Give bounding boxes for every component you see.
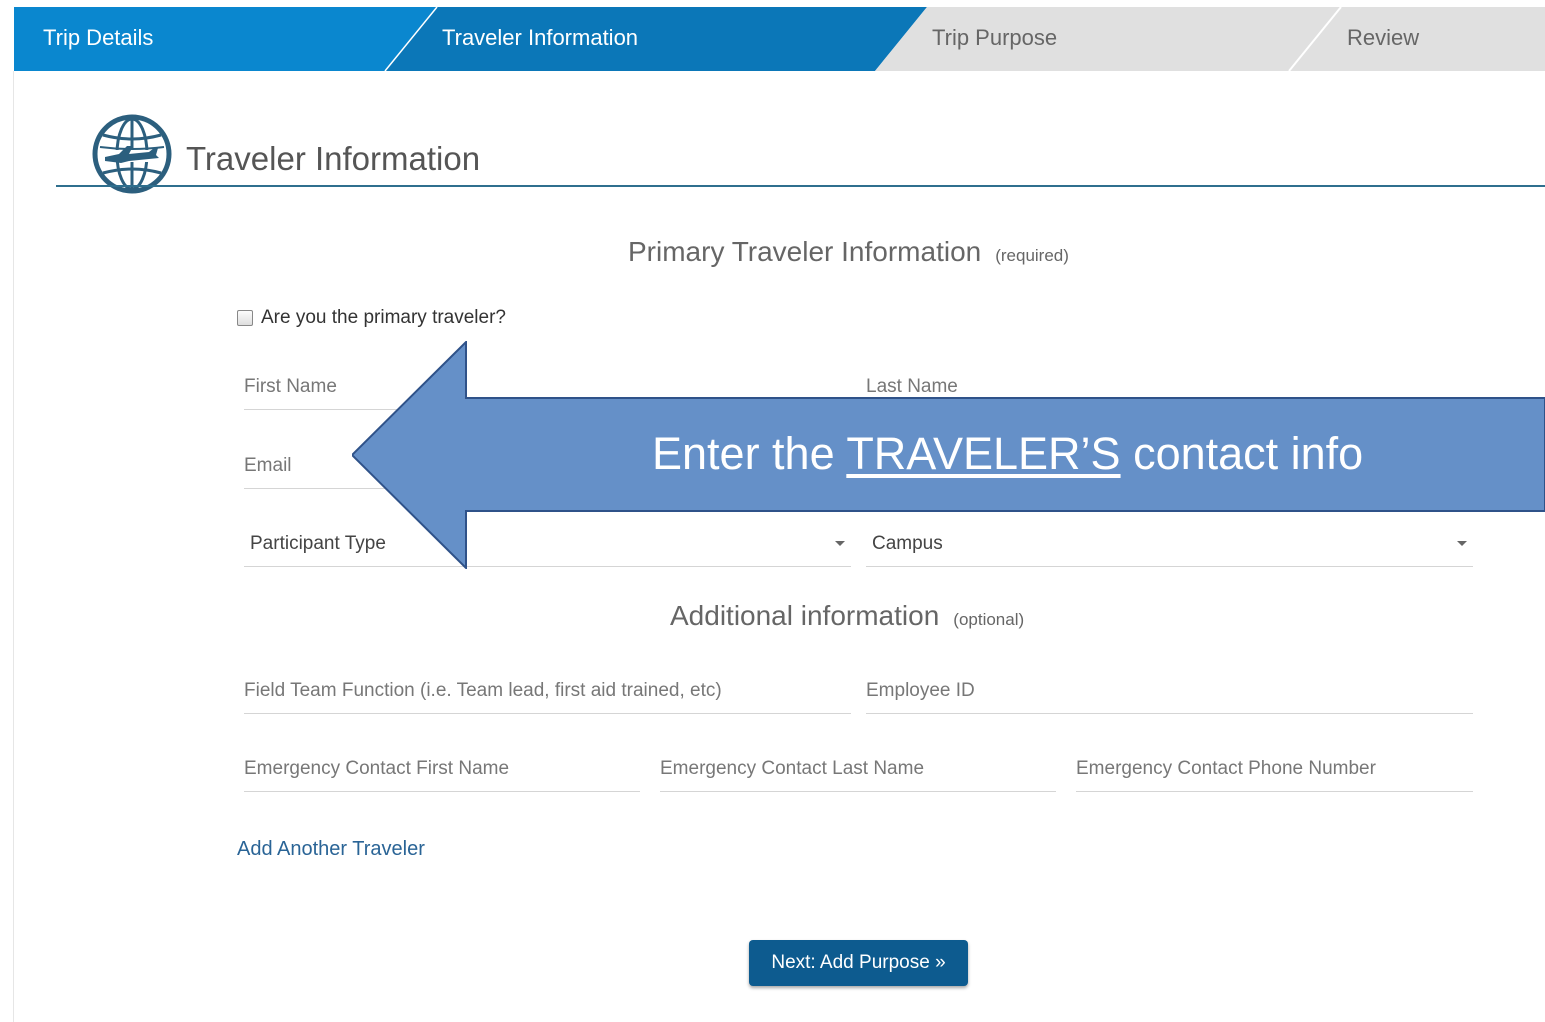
emergency-last-name-input[interactable]: [660, 748, 1056, 790]
page-title: Traveler Information: [186, 140, 481, 177]
annotation-text-after: contact info: [1120, 428, 1364, 479]
emergency-phone-field[interactable]: [1076, 748, 1473, 792]
optional-note: (optional): [953, 610, 1025, 629]
title-divider: [56, 185, 1545, 187]
annotation-text: Enter the TRAVELER’S contact info: [652, 428, 1363, 480]
field-team-function-field[interactable]: [244, 670, 851, 714]
add-another-traveler-link[interactable]: Add Another Traveler: [237, 838, 425, 861]
next-add-purpose-button[interactable]: Next: Add Purpose »: [749, 940, 968, 986]
employee-id-field[interactable]: [866, 670, 1473, 714]
annotation-text-before: Enter the: [652, 428, 847, 479]
emergency-phone-input[interactable]: [1076, 748, 1473, 790]
primary-traveler-heading: Primary Traveler Information (required): [628, 236, 1069, 268]
primary-traveler-checkbox-row[interactable]: Are you the primary traveler?: [237, 307, 506, 329]
required-note: (required): [995, 246, 1069, 265]
globe-airplane-icon: [92, 114, 172, 194]
primary-heading-text: Primary Traveler Information: [628, 236, 982, 267]
stepper-background: [14, 7, 1545, 71]
step-review[interactable]: Review: [1347, 7, 1419, 71]
primary-traveler-checkbox-label[interactable]: Are you the primary traveler?: [261, 307, 506, 329]
left-border: [13, 71, 14, 1022]
step-traveler-information[interactable]: Traveler Information: [442, 7, 638, 71]
primary-traveler-checkbox[interactable]: [237, 310, 253, 326]
annotation-text-emphasis: TRAVELER’S: [846, 428, 1121, 479]
emergency-last-name-field[interactable]: [660, 748, 1056, 792]
additional-info-heading: Additional information (optional): [670, 600, 1024, 632]
emergency-first-name-field[interactable]: [244, 748, 640, 792]
additional-heading-text: Additional information: [670, 600, 940, 631]
progress-stepper: Trip Details Traveler Information Trip P…: [14, 7, 1545, 71]
field-team-function-input[interactable]: [244, 670, 851, 712]
step-trip-details[interactable]: Trip Details: [43, 7, 153, 71]
employee-id-input[interactable]: [866, 670, 1473, 712]
emergency-first-name-input[interactable]: [244, 748, 640, 790]
step-trip-purpose[interactable]: Trip Purpose: [932, 7, 1057, 71]
